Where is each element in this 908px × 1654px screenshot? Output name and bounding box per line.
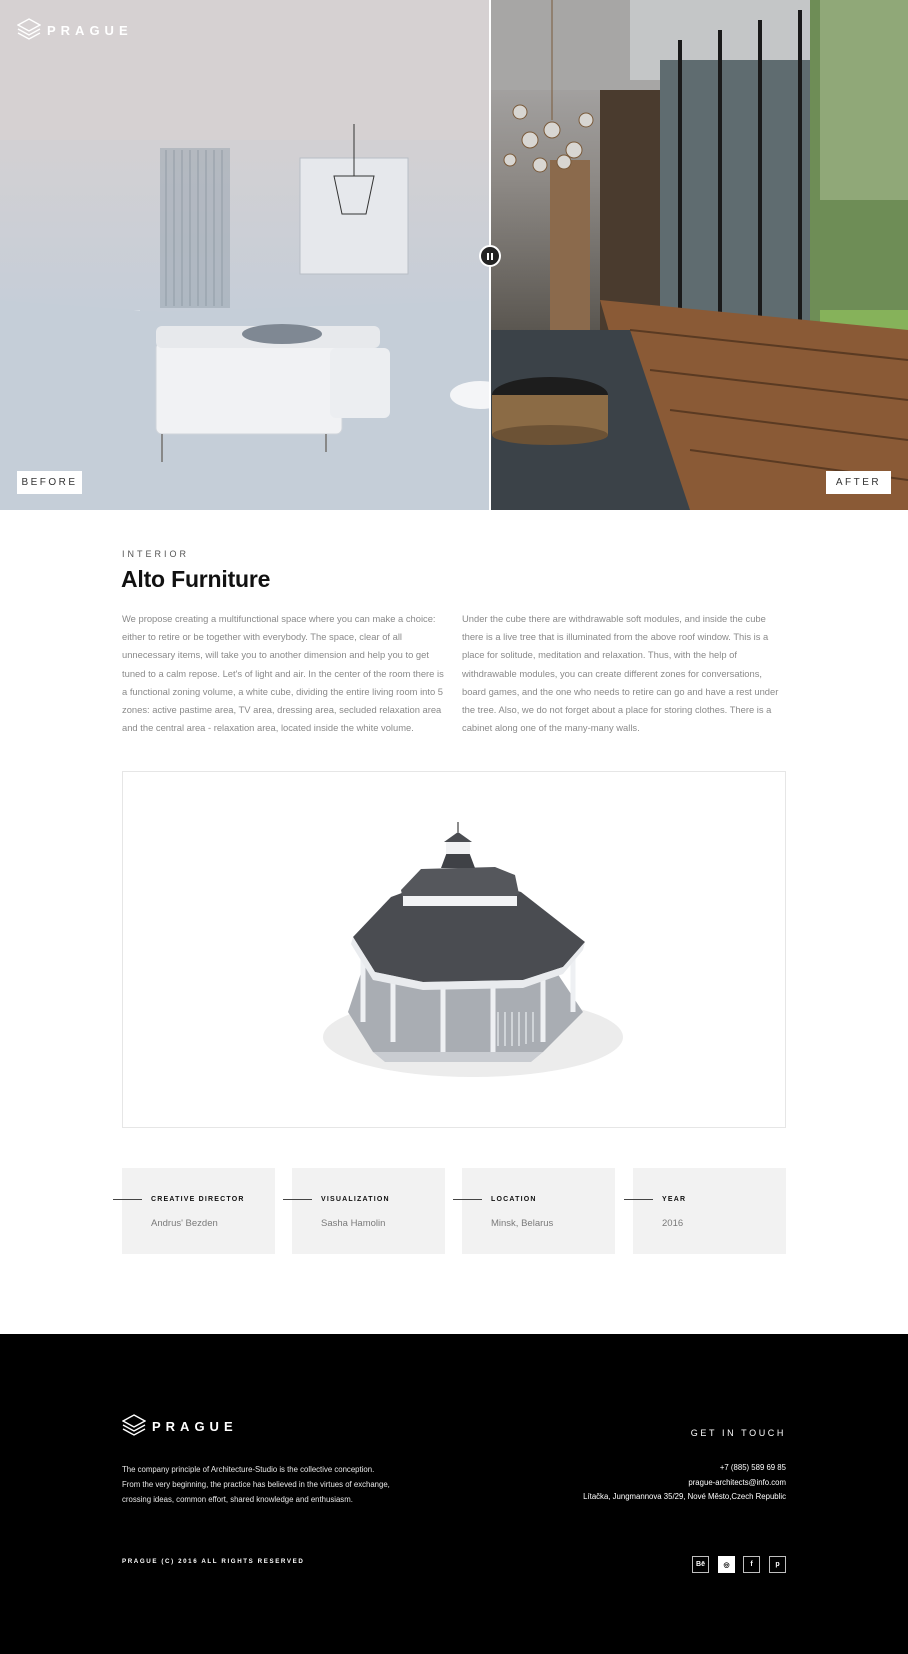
before-after-slider[interactable]: PRAGUE BEFORE AFTER	[0, 0, 908, 510]
site-footer: PRAGUE The company principle of Architec…	[0, 1334, 908, 1654]
logo-mark-icon	[122, 1414, 146, 1436]
logo-mark-icon	[17, 18, 41, 40]
credit-creative-director: CREATIVE DIRECTOR Andrus' Bezden	[113, 1168, 275, 1254]
model-preview	[122, 771, 786, 1128]
credit-value: Andrus' Bezden	[151, 1218, 218, 1229]
credit-visualization: VISUALIZATION Sasha Hamolin	[283, 1168, 445, 1254]
credit-value: Minsk, Belarus	[491, 1218, 554, 1229]
logo-wordmark: PRAGUE	[47, 22, 133, 38]
logo-wordmark: PRAGUE	[152, 1418, 238, 1434]
gazebo-3d-model	[323, 822, 623, 1077]
copyright-text: PRAGUE (C) 2016 ALL RIGHTS RESERVED	[122, 1558, 305, 1565]
footer-about-text: The company principle of Architecture-St…	[122, 1465, 390, 1504]
credit-value: Sasha Hamolin	[321, 1218, 386, 1229]
white-render-interior	[0, 0, 490, 510]
credit-accent-line	[283, 1199, 312, 1200]
header-logo[interactable]: PRAGUE	[17, 18, 133, 42]
after-image	[490, 0, 908, 510]
contact-email[interactable]: prague-architects@info.com	[688, 1478, 786, 1487]
project-category: INTERIOR	[122, 549, 190, 559]
get-in-touch-heading: GET IN TOUCH	[690, 1428, 786, 1438]
after-label: AFTER	[826, 471, 891, 494]
credit-label: YEAR	[662, 1196, 687, 1203]
project-description-left: We propose creating a multifunctional sp…	[122, 613, 444, 734]
footer-logo[interactable]: PRAGUE	[122, 1414, 238, 1438]
facebook-icon[interactable]: f	[743, 1556, 760, 1573]
credit-accent-line	[624, 1199, 653, 1200]
contact-phone[interactable]: +7 (885) 589 69 85	[720, 1463, 786, 1472]
behance-icon[interactable]: Bē	[692, 1556, 709, 1573]
dribbble-icon[interactable]: ◎	[718, 1556, 735, 1573]
credit-accent-line	[113, 1199, 142, 1200]
pinterest-icon[interactable]: p	[769, 1556, 786, 1573]
credit-label: VISUALIZATION	[321, 1196, 390, 1203]
photoreal-render-interior	[490, 0, 908, 510]
before-label: BEFORE	[17, 471, 82, 494]
credit-year: YEAR 2016	[624, 1168, 786, 1254]
slider-handle[interactable]	[479, 245, 501, 267]
project-description-right: Under the cube there are withdrawable so…	[462, 613, 779, 734]
contact-address: Lítačka, Jungmannova 35/29, Nové Město,C…	[583, 1492, 786, 1501]
project-title: Alto Furniture	[121, 566, 271, 592]
credit-location: LOCATION Minsk, Belarus	[453, 1168, 615, 1254]
before-image	[0, 0, 490, 510]
credit-label: CREATIVE DIRECTOR	[151, 1196, 245, 1203]
credit-label: LOCATION	[491, 1196, 537, 1203]
credit-accent-line	[453, 1199, 482, 1200]
credit-value: 2016	[662, 1218, 684, 1229]
